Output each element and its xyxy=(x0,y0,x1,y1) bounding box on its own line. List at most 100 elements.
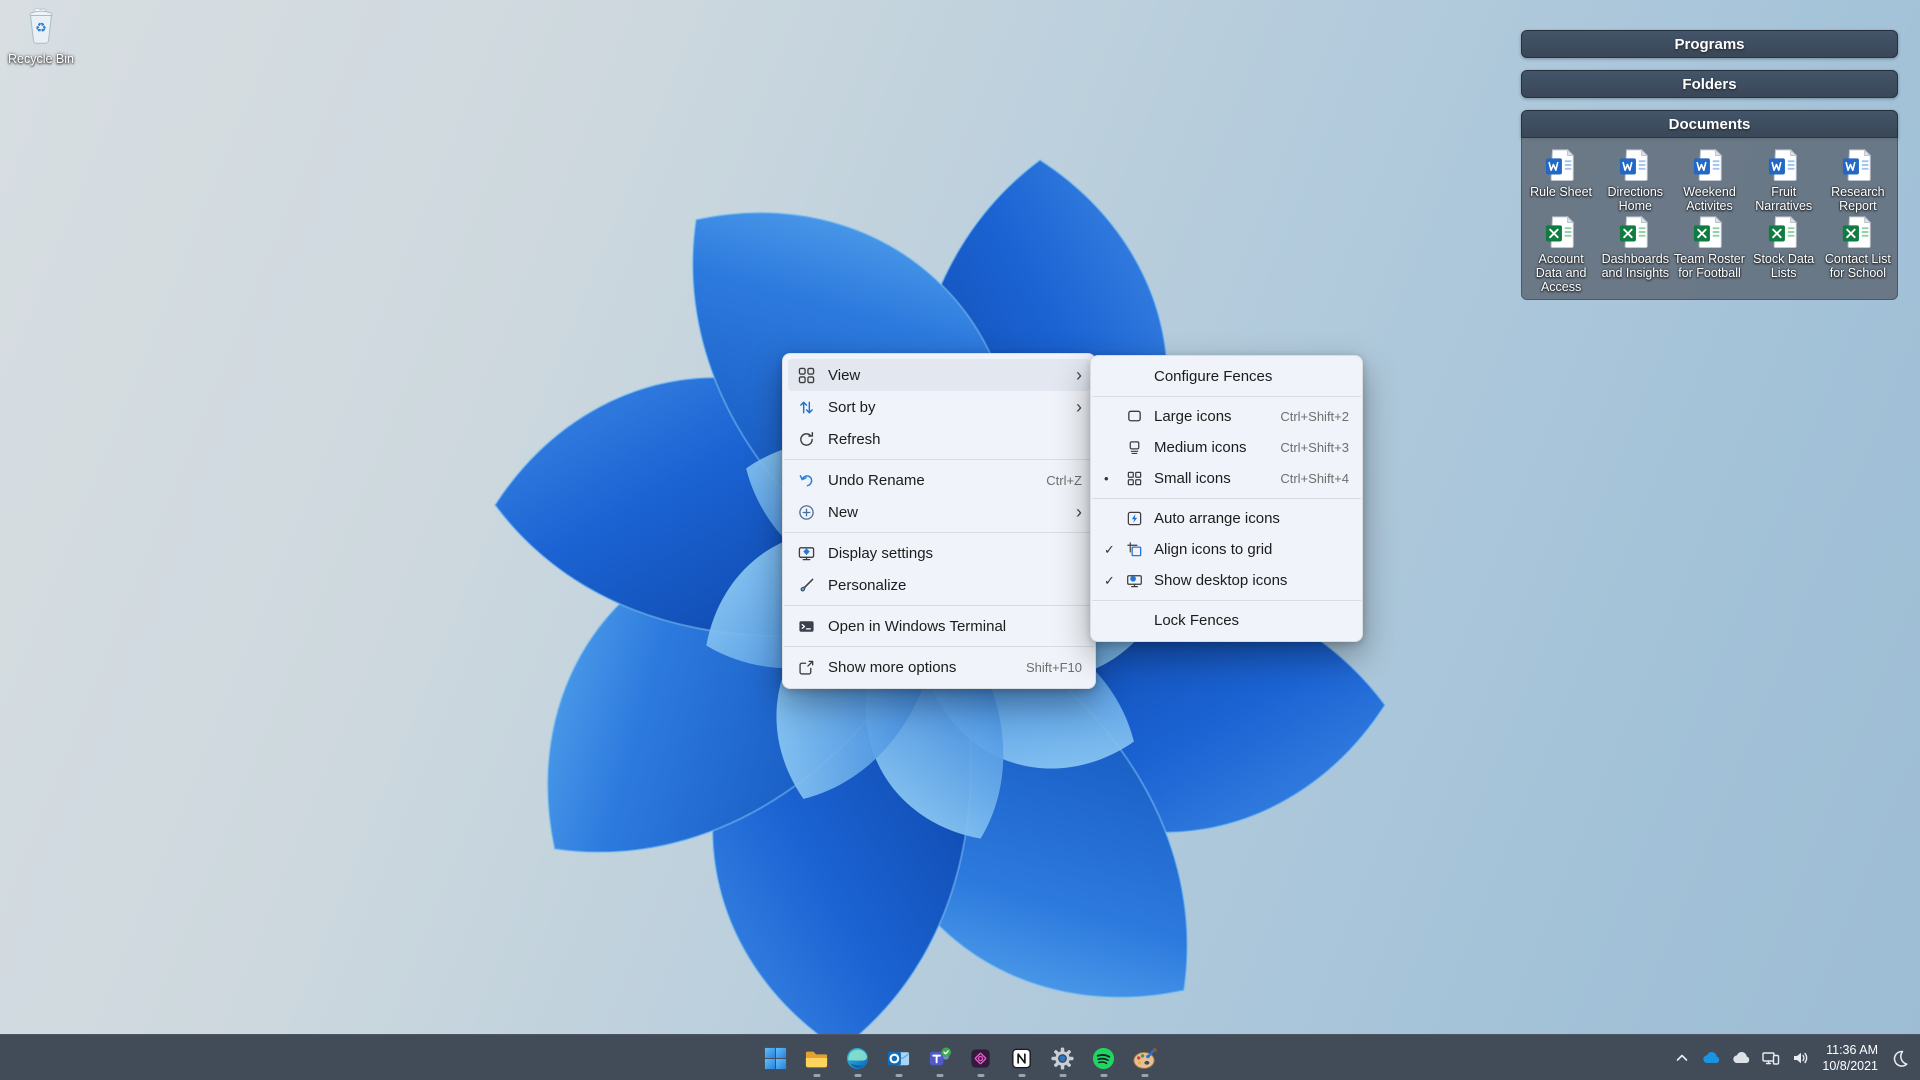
taskbar-app-file-explorer[interactable] xyxy=(796,1038,837,1078)
taskbar-app-settings[interactable] xyxy=(1042,1038,1083,1078)
menu-item-display-settings[interactable]: Display settings xyxy=(788,537,1090,569)
menu-item-sort-by[interactable]: Sort by › xyxy=(788,391,1090,423)
menu-item-open-windows-terminal[interactable]: Open in Windows Terminal xyxy=(788,610,1090,642)
document-label: Directions Home xyxy=(1607,185,1664,213)
menu-separator xyxy=(784,646,1094,647)
menu-item-label: Large icons xyxy=(1154,408,1232,425)
word-file-icon xyxy=(1692,147,1726,183)
taskbar-app-paint[interactable] xyxy=(1124,1038,1165,1078)
menu-item-accelerator: Ctrl+Shift+3 xyxy=(1280,440,1349,455)
submenu-item-lock-fences[interactable]: Lock Fences xyxy=(1096,605,1357,636)
taskbar-app-outlook[interactable] xyxy=(878,1038,919,1078)
submenu-item-large-icons[interactable]: Large icons Ctrl+Shift+2 xyxy=(1096,401,1357,432)
desktop[interactable]: ♻ Recycle Bin Programs Folders Documents… xyxy=(0,0,1920,1080)
tray-volume[interactable] xyxy=(1786,1038,1816,1078)
document-dashboards-insights[interactable]: Dashboards and Insights xyxy=(1598,214,1672,295)
tray-clock[interactable]: 11:36 AM 10/8/2021 xyxy=(1816,1042,1884,1075)
menu-item-label: Undo Rename xyxy=(828,471,925,489)
document-directions-home[interactable]: Directions Home xyxy=(1598,147,1672,214)
view-submenu: Configure Fences Large icons Ctrl+Shift+… xyxy=(1090,355,1363,642)
recycle-bin-icon: ♻ xyxy=(29,7,53,44)
tray-focus-assist[interactable] xyxy=(1884,1038,1914,1078)
tray-date: 10/8/2021 xyxy=(1822,1059,1878,1073)
document-label: Rule Sheet xyxy=(1530,185,1593,199)
settings-gear-icon xyxy=(1051,1046,1074,1070)
document-rule-sheet[interactable]: Rule Sheet xyxy=(1524,147,1598,214)
excel-file-icon xyxy=(1692,214,1726,250)
notion-icon xyxy=(1012,1048,1031,1068)
excel-file-icon xyxy=(1767,214,1801,250)
document-label: Stock Data Lists xyxy=(1753,252,1815,280)
submenu-item-align-icons-to-grid[interactable]: ✓ Align icons to grid xyxy=(1096,534,1357,565)
menu-item-accelerator: Shift+F10 xyxy=(1025,659,1082,675)
document-research-report[interactable]: Research Report xyxy=(1821,147,1895,214)
menu-item-undo-rename[interactable]: Undo Rename Ctrl+Z xyxy=(788,464,1090,496)
running-indicator xyxy=(1100,1074,1107,1077)
undo-icon xyxy=(796,470,816,490)
taskbar: 11:36 AM 10/8/2021 xyxy=(0,1034,1920,1080)
menu-separator xyxy=(1092,396,1361,397)
taskbar-app-clipchamp[interactable] xyxy=(960,1038,1001,1078)
document-label: Contact List for School xyxy=(1824,252,1891,280)
taskbar-app-spotify[interactable] xyxy=(1083,1038,1124,1078)
document-stock-data-lists[interactable]: Stock Data Lists xyxy=(1747,214,1821,295)
menu-item-show-more-options[interactable]: Show more options Shift+F10 xyxy=(788,651,1090,683)
running-indicator xyxy=(854,1074,861,1077)
clipchamp-icon xyxy=(971,1048,990,1068)
recycle-bin[interactable]: ♻ Recycle Bin xyxy=(6,6,76,66)
excel-file-icon xyxy=(1841,214,1875,250)
menu-item-label: Medium icons xyxy=(1154,439,1247,456)
running-indicator xyxy=(977,1074,984,1077)
fence-documents-header[interactable]: Documents xyxy=(1521,110,1898,138)
menu-item-new[interactable]: New › xyxy=(788,496,1090,528)
fence-programs-header[interactable]: Programs xyxy=(1521,30,1898,58)
menu-item-label: Align icons to grid xyxy=(1154,541,1273,558)
checkmark-icon: ✓ xyxy=(1104,541,1115,557)
menu-item-accelerator: Ctrl+Shift+4 xyxy=(1280,471,1349,486)
fence-documents-body: Rule Sheet Directions Home Weekend Activ… xyxy=(1521,138,1898,300)
chevron-right-icon: › xyxy=(1076,365,1082,385)
submenu-item-configure-fences[interactable]: Configure Fences xyxy=(1096,361,1357,392)
document-weekend-activites[interactable]: Weekend Activites xyxy=(1672,147,1746,214)
running-indicator xyxy=(1141,1074,1148,1077)
submenu-item-show-desktop-icons[interactable]: ✓ Show desktop icons xyxy=(1096,565,1357,596)
document-label: Fruit Narratives xyxy=(1755,185,1813,213)
chevron-up-icon xyxy=(1677,1054,1688,1061)
menu-item-label: Auto arrange icons xyxy=(1154,510,1280,527)
menu-item-label: Refresh xyxy=(828,430,881,448)
start-button[interactable] xyxy=(755,1038,796,1078)
document-account-data[interactable]: Account Data and Access xyxy=(1524,214,1598,295)
tray-cloud-sync[interactable] xyxy=(1726,1038,1756,1078)
tray-network[interactable] xyxy=(1756,1038,1786,1078)
recycle-bin-label: Recycle Bin xyxy=(8,52,74,66)
outlook-icon xyxy=(887,1051,910,1065)
tray-onedrive[interactable] xyxy=(1696,1038,1726,1078)
document-fruit-narratives[interactable]: Fruit Narratives xyxy=(1747,147,1821,214)
menu-item-personalize[interactable]: Personalize xyxy=(788,569,1090,601)
taskbar-app-notion[interactable] xyxy=(1001,1038,1042,1078)
menu-item-accelerator: Ctrl+Shift+2 xyxy=(1280,409,1349,424)
submenu-item-auto-arrange-icons[interactable]: Auto arrange icons xyxy=(1096,503,1357,534)
tray-show-hidden-icons[interactable] xyxy=(1668,1038,1696,1078)
running-indicator xyxy=(895,1074,902,1077)
taskbar-center-icons xyxy=(755,1038,1165,1078)
word-file-icon xyxy=(1618,147,1652,183)
windows-start-icon xyxy=(764,1047,787,1069)
document-contact-list[interactable]: Contact List for School xyxy=(1821,214,1895,295)
fence-programs-title: Programs xyxy=(1674,35,1745,53)
menu-item-view[interactable]: View › xyxy=(788,359,1090,391)
fence-folders-header[interactable]: Folders xyxy=(1521,70,1898,98)
menu-item-label: Open in Windows Terminal xyxy=(828,617,1007,635)
submenu-item-small-icons[interactable]: • Small icons Ctrl+Shift+4 xyxy=(1096,463,1357,494)
submenu-item-medium-icons[interactable]: Medium icons Ctrl+Shift+3 xyxy=(1096,432,1357,463)
desktop-context-menu: View › Sort by › Refresh Undo Rename Ctr… xyxy=(782,353,1096,689)
menu-item-refresh[interactable]: Refresh xyxy=(788,423,1090,455)
taskbar-app-teams[interactable] xyxy=(919,1038,960,1078)
checkmark-icon: ✓ xyxy=(1104,572,1115,588)
medium-icons-icon xyxy=(1122,438,1146,458)
document-team-roster[interactable]: Team Roster for Football xyxy=(1672,214,1746,295)
taskbar-app-edge[interactable] xyxy=(837,1038,878,1078)
menu-item-label: Display settings xyxy=(828,544,934,562)
document-label: Account Data and Access xyxy=(1535,252,1587,294)
running-indicator xyxy=(1059,1074,1066,1077)
